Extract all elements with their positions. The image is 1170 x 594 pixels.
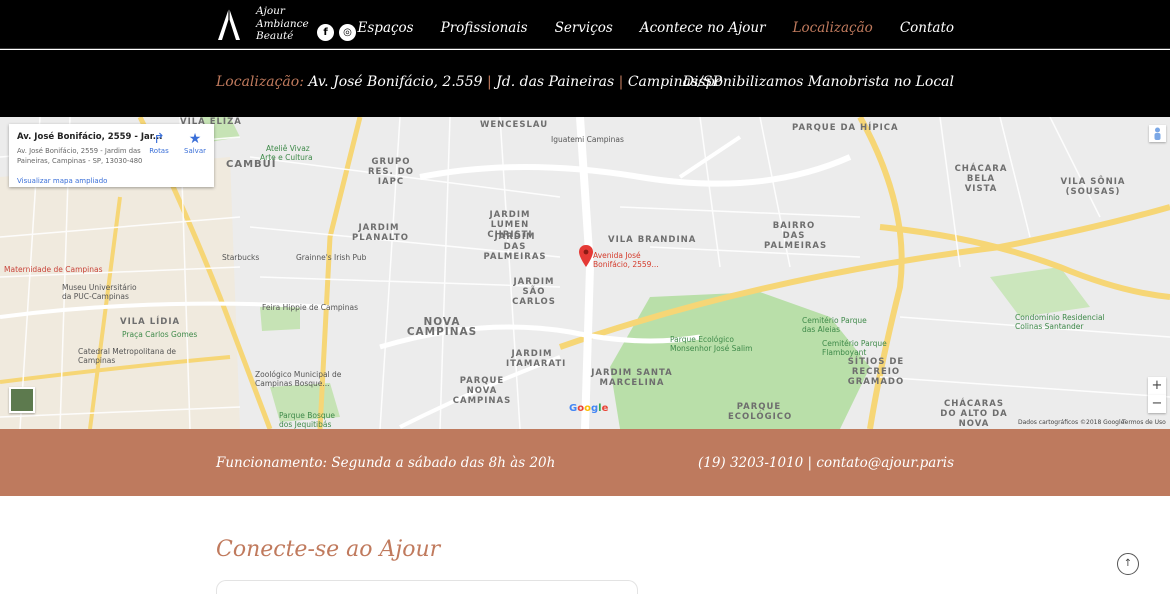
google-logo[interactable]: Google bbox=[569, 403, 608, 414]
location-bar: Localização: Av. José Bonifácio, 2.559 |… bbox=[0, 50, 1170, 117]
street-view-pegman-icon[interactable] bbox=[1149, 125, 1166, 142]
ajour-logo-icon[interactable] bbox=[215, 6, 243, 42]
main-nav: Espaços Profissionais Serviços Acontece … bbox=[331, 20, 954, 36]
brand-line-2: Ambiance bbox=[256, 17, 309, 30]
area-label: VILA SÔNIA (SOUSAS) bbox=[1060, 177, 1126, 197]
area-label: JARDIM ITAMARATI bbox=[506, 349, 567, 369]
location-address: Localização: Av. José Bonifácio, 2.559 |… bbox=[216, 74, 722, 90]
location-prefix: Localização: bbox=[216, 74, 304, 90]
enlarge-map-link[interactable]: Visualizar mapa ampliado bbox=[17, 177, 107, 185]
area-label: JARDIM SANTA MARCELINA bbox=[591, 368, 673, 388]
poi-label[interactable]: Cemitério Parque Flamboyant bbox=[822, 339, 892, 357]
terms-link[interactable]: Termos de Uso bbox=[1122, 419, 1166, 426]
directions-button[interactable]: ↱ Rotas bbox=[144, 131, 174, 156]
place-title: Av. José Bonifácio, 2559 - Jar... bbox=[17, 132, 163, 142]
poi-label[interactable]: Cemitério Parque das Aleias bbox=[802, 316, 872, 334]
nav-profissionais[interactable]: Profissionais bbox=[441, 20, 528, 36]
brand-name: Ajour Ambiance Beauté bbox=[256, 5, 309, 43]
valet-notice: Disponibilizamos Manobrista no Local bbox=[682, 74, 954, 90]
street-address: Av. José Bonifácio, 2.559 bbox=[308, 74, 483, 90]
back-to-top-button[interactable]: ↑ bbox=[1117, 553, 1139, 575]
poi-label[interactable]: Ateliê Vivaz bbox=[266, 144, 310, 153]
save-label: Salvar bbox=[184, 147, 206, 155]
hours-bar: Funcionamento: Segunda a sábado das 8h à… bbox=[0, 429, 1170, 496]
area-label: WENCESLAU bbox=[480, 120, 549, 130]
poi-label[interactable]: Parque Bosque dos Jequitibás bbox=[279, 411, 349, 429]
poi-label[interactable]: Catedral Metropolitana de Campinas bbox=[78, 347, 178, 365]
brand-line-3: Beauté bbox=[256, 30, 294, 42]
pin-label: Avenida José Bonifácio, 2559... bbox=[593, 251, 659, 269]
star-icon: ★ bbox=[188, 131, 202, 147]
google-map[interactable]: PARQUE DA HÍPICA CHÁCARA BELA VISTA VILA… bbox=[0, 117, 1170, 429]
area-label: VILA BRANDINA bbox=[608, 235, 697, 245]
location-pin-icon[interactable] bbox=[579, 245, 593, 267]
area-label: NOVA CAMPINAS bbox=[406, 316, 478, 338]
area-label: GRUPO RES. DO IAPC bbox=[368, 157, 414, 187]
poi-label[interactable]: Condomínio Residencial Colinas Santander bbox=[1015, 313, 1105, 331]
area-label: VILA LÍDIA bbox=[120, 317, 181, 327]
nav-servicos[interactable]: Serviços bbox=[555, 20, 613, 36]
top-navbar: Ajour Ambiance Beauté f ◎ Espaços Profis… bbox=[0, 0, 1170, 49]
area-label: CHÁCARAS DO ALTO DA NOVA bbox=[940, 399, 1008, 429]
zoom-out-button[interactable]: − bbox=[1148, 395, 1166, 413]
poi-label[interactable]: Starbucks bbox=[222, 253, 259, 262]
satellite-toggle[interactable] bbox=[9, 387, 35, 413]
directions-label: Rotas bbox=[149, 147, 169, 155]
poi-label[interactable]: Zoológico Municipal de Campinas Bosque..… bbox=[255, 370, 355, 388]
area-label: JARDIM SÃO CARLOS bbox=[512, 277, 556, 307]
area-label: PARQUE DA HÍPICA bbox=[792, 123, 899, 133]
nav-contato[interactable]: Contato bbox=[900, 20, 954, 36]
poi-label[interactable]: Parque Ecológico Monsenhor José Salim bbox=[670, 335, 760, 353]
social-feed-card bbox=[216, 580, 638, 594]
map-info-card: Av. José Bonifácio, 2559 - Jar... Av. Jo… bbox=[9, 124, 214, 187]
area-label: PARQUE NOVA CAMPINAS bbox=[452, 376, 512, 406]
zoom-in-button[interactable]: + bbox=[1148, 377, 1166, 395]
area-label: BAIRRO DAS PALMEIRAS bbox=[764, 221, 828, 251]
nav-espacos[interactable]: Espaços bbox=[358, 20, 414, 36]
area-label: SÍTIOS DE RECREIO GRAMADO bbox=[847, 357, 905, 387]
directions-icon: ↱ bbox=[153, 131, 165, 147]
area-label: JARDIM PLANALTO bbox=[352, 223, 409, 243]
map-attribution: Dados cartográficos ©2018 Google bbox=[1018, 419, 1125, 426]
poi-label[interactable]: Museu Universitário da PUC-Campinas bbox=[62, 283, 142, 301]
separator: | bbox=[486, 74, 492, 90]
area-label: CHÁCARA BELA VISTA bbox=[954, 164, 1008, 194]
poi-label[interactable]: Praça Carlos Gomes bbox=[122, 330, 197, 339]
area-label: PARQUE ECOLÓGICO bbox=[728, 402, 793, 422]
separator: | bbox=[618, 74, 624, 90]
district: Jd. das Paineiras bbox=[496, 74, 615, 90]
connect-heading: Conecte-se ao Ajour bbox=[216, 537, 441, 562]
nav-acontece[interactable]: Acontece no Ajour bbox=[640, 20, 766, 36]
place-address: Av. José Bonifácio, 2559 - Jardim das Pa… bbox=[17, 147, 143, 165]
poi-label[interactable]: Grainne's Irish Pub bbox=[296, 253, 366, 262]
poi-label[interactable]: Iguatemi Campinas bbox=[551, 135, 624, 144]
poi-label[interactable]: Maternidade de Campinas bbox=[4, 265, 103, 274]
brand-line-1: Ajour bbox=[256, 5, 285, 17]
nav-localizacao[interactable]: Localização bbox=[793, 20, 873, 36]
poi-label[interactable]: Arte e Cultura bbox=[260, 153, 313, 162]
area-label: JARDIM DAS PALMEIRAS bbox=[483, 232, 547, 262]
poi-label[interactable]: Feira Hippie de Campinas bbox=[262, 303, 358, 312]
save-button[interactable]: ★ Salvar bbox=[180, 131, 210, 156]
contact-info[interactable]: (19) 3203-1010 | contato@ajour.paris bbox=[698, 455, 954, 471]
opening-hours: Funcionamento: Segunda a sábado das 8h à… bbox=[216, 455, 556, 471]
